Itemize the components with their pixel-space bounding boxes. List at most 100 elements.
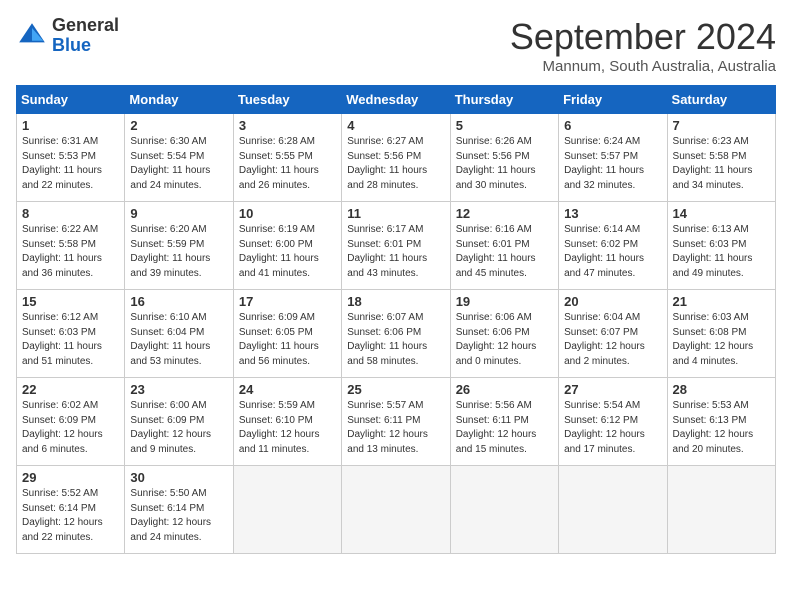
calendar-cell: 30 Sunrise: 5:50 AM Sunset: 6:14 PM Dayli… xyxy=(125,466,233,554)
calendar-cell: 1 Sunrise: 6:31 AM Sunset: 5:53 PM Daylig… xyxy=(17,114,125,202)
calendar-cell: 29Sunrise: 5:52 AM Sunset: 6:14 PM Dayli… xyxy=(17,466,125,554)
calendar-cell: 13 Sunrise: 6:14 AM Sunset: 6:02 PM Dayli… xyxy=(559,202,667,290)
day-info: Sunrise: 6:02 AM Sunset: 6:09 PM Dayligh… xyxy=(22,399,119,457)
title-block: September 2024 Mannum, South Australia, … xyxy=(510,16,776,75)
day-number: 6 xyxy=(564,118,661,133)
day-info: Sunrise: 6:14 AM Sunset: 6:02 PM Dayligh… xyxy=(564,223,661,281)
day-number: 16 xyxy=(130,294,227,309)
day-info: Sunrise: 6:26 AM Sunset: 5:56 PM Dayligh… xyxy=(456,135,553,193)
day-info: Sunrise: 6:09 AM Sunset: 6:05 PM Dayligh… xyxy=(239,311,336,369)
calendar-cell: 4 Sunrise: 6:27 AM Sunset: 5:56 PM Daylig… xyxy=(342,114,450,202)
page-header: General Blue September 2024 Mannum, Sout… xyxy=(16,16,776,75)
calendar-cell: 18 Sunrise: 6:07 AM Sunset: 6:06 PM Dayli… xyxy=(342,290,450,378)
day-info: Sunrise: 6:19 AM Sunset: 6:00 PM Dayligh… xyxy=(239,223,336,281)
day-info: Sunrise: 6:12 AM Sunset: 6:03 PM Dayligh… xyxy=(22,311,119,369)
day-info: Sunrise: 5:59 AM Sunset: 6:10 PM Dayligh… xyxy=(239,399,336,457)
day-info: Sunrise: 6:27 AM Sunset: 5:56 PM Dayligh… xyxy=(347,135,444,193)
month-title: September 2024 xyxy=(510,16,776,58)
day-number: 26 xyxy=(456,382,553,397)
logo: General Blue xyxy=(16,16,119,56)
calendar-cell: 7Sunrise: 6:23 AM Sunset: 5:58 PM Daylig… xyxy=(667,114,775,202)
day-info: Sunrise: 6:07 AM Sunset: 6:06 PM Dayligh… xyxy=(347,311,444,369)
day-number: 17 xyxy=(239,294,336,309)
day-number: 2 xyxy=(130,118,227,133)
day-info: Sunrise: 6:17 AM Sunset: 6:01 PM Dayligh… xyxy=(347,223,444,281)
day-number: 21 xyxy=(673,294,770,309)
calendar-cell: 27Sunrise: 5:54 AM Sunset: 6:12 PM Dayli… xyxy=(559,378,667,466)
day-number: 8 xyxy=(22,206,119,221)
week-row-3: 15 Sunrise: 6:12 AM Sunset: 6:03 PM Dayli… xyxy=(17,290,776,378)
calendar-cell: 22 Sunrise: 6:02 AM Sunset: 6:09 PM Dayli… xyxy=(17,378,125,466)
day-number: 30 xyxy=(130,470,227,485)
calendar-cell xyxy=(342,466,450,554)
logo-text: General Blue xyxy=(52,16,119,56)
day-number: 4 xyxy=(347,118,444,133)
day-info: Sunrise: 6:28 AM Sunset: 5:55 PM Dayligh… xyxy=(239,135,336,193)
day-info: Sunrise: 6:31 AM Sunset: 5:53 PM Dayligh… xyxy=(22,135,119,193)
logo-general-text: General xyxy=(52,16,119,36)
day-number: 22 xyxy=(22,382,119,397)
day-info: Sunrise: 6:04 AM Sunset: 6:07 PM Dayligh… xyxy=(564,311,661,369)
day-number: 20 xyxy=(564,294,661,309)
calendar-cell: 2 Sunrise: 6:30 AM Sunset: 5:54 PM Daylig… xyxy=(125,114,233,202)
calendar-cell: 17 Sunrise: 6:09 AM Sunset: 6:05 PM Dayli… xyxy=(233,290,341,378)
day-number: 7 xyxy=(673,118,770,133)
calendar-cell: 19 Sunrise: 6:06 AM Sunset: 6:06 PM Dayli… xyxy=(450,290,558,378)
day-info: Sunrise: 6:24 AM Sunset: 5:57 PM Dayligh… xyxy=(564,135,661,193)
day-info: Sunrise: 6:06 AM Sunset: 6:06 PM Dayligh… xyxy=(456,311,553,369)
day-number: 18 xyxy=(347,294,444,309)
day-number: 10 xyxy=(239,206,336,221)
calendar-cell: 15 Sunrise: 6:12 AM Sunset: 6:03 PM Dayli… xyxy=(17,290,125,378)
day-number: 14 xyxy=(673,206,770,221)
weekday-header-sunday: Sunday xyxy=(17,86,125,114)
calendar-cell: 11Sunrise: 6:17 AM Sunset: 6:01 PM Dayli… xyxy=(342,202,450,290)
calendar-cell: 16 Sunrise: 6:10 AM Sunset: 6:04 PM Dayli… xyxy=(125,290,233,378)
week-row-1: 1 Sunrise: 6:31 AM Sunset: 5:53 PM Daylig… xyxy=(17,114,776,202)
day-info: Sunrise: 6:20 AM Sunset: 5:59 PM Dayligh… xyxy=(130,223,227,281)
day-number: 19 xyxy=(456,294,553,309)
day-info: Sunrise: 6:00 AM Sunset: 6:09 PM Dayligh… xyxy=(130,399,227,457)
day-info: Sunrise: 6:22 AM Sunset: 5:58 PM Dayligh… xyxy=(22,223,119,281)
weekday-header-saturday: Saturday xyxy=(667,86,775,114)
calendar-cell: 25Sunrise: 5:57 AM Sunset: 6:11 PM Dayli… xyxy=(342,378,450,466)
calendar-cell xyxy=(450,466,558,554)
day-number: 13 xyxy=(564,206,661,221)
day-number: 3 xyxy=(239,118,336,133)
day-number: 9 xyxy=(130,206,227,221)
day-info: Sunrise: 6:03 AM Sunset: 6:08 PM Dayligh… xyxy=(673,311,770,369)
calendar-cell: 3 Sunrise: 6:28 AM Sunset: 5:55 PM Daylig… xyxy=(233,114,341,202)
calendar-table: SundayMondayTuesdayWednesdayThursdayFrid… xyxy=(16,85,776,554)
day-number: 1 xyxy=(22,118,119,133)
day-info: Sunrise: 5:52 AM Sunset: 6:14 PM Dayligh… xyxy=(22,487,119,545)
week-row-2: 8 Sunrise: 6:22 AM Sunset: 5:58 PM Daylig… xyxy=(17,202,776,290)
calendar-cell: 28 Sunrise: 5:53 AM Sunset: 6:13 PM Dayli… xyxy=(667,378,775,466)
calendar-header: SundayMondayTuesdayWednesdayThursdayFrid… xyxy=(17,86,776,114)
calendar-cell xyxy=(667,466,775,554)
day-info: Sunrise: 6:10 AM Sunset: 6:04 PM Dayligh… xyxy=(130,311,227,369)
day-number: 28 xyxy=(673,382,770,397)
day-info: Sunrise: 6:16 AM Sunset: 6:01 PM Dayligh… xyxy=(456,223,553,281)
day-number: 5 xyxy=(456,118,553,133)
day-info: Sunrise: 5:50 AM Sunset: 6:14 PM Dayligh… xyxy=(130,487,227,545)
day-info: Sunrise: 6:13 AM Sunset: 6:03 PM Dayligh… xyxy=(673,223,770,281)
day-info: Sunrise: 6:30 AM Sunset: 5:54 PM Dayligh… xyxy=(130,135,227,193)
day-number: 23 xyxy=(130,382,227,397)
day-number: 25 xyxy=(347,382,444,397)
calendar-cell: 9 Sunrise: 6:20 AM Sunset: 5:59 PM Daylig… xyxy=(125,202,233,290)
weekday-header-thursday: Thursday xyxy=(450,86,558,114)
calendar-cell: 5 Sunrise: 6:26 AM Sunset: 5:56 PM Daylig… xyxy=(450,114,558,202)
day-number: 27 xyxy=(564,382,661,397)
day-info: Sunrise: 5:56 AM Sunset: 6:11 PM Dayligh… xyxy=(456,399,553,457)
calendar-cell: 24Sunrise: 5:59 AM Sunset: 6:10 PM Dayli… xyxy=(233,378,341,466)
calendar-cell: 14 Sunrise: 6:13 AM Sunset: 6:03 PM Dayli… xyxy=(667,202,775,290)
weekday-header-wednesday: Wednesday xyxy=(342,86,450,114)
weekday-header-monday: Monday xyxy=(125,86,233,114)
calendar-cell: 20 Sunrise: 6:04 AM Sunset: 6:07 PM Dayli… xyxy=(559,290,667,378)
calendar-cell: 10 Sunrise: 6:19 AM Sunset: 6:00 PM Dayli… xyxy=(233,202,341,290)
weekday-header-tuesday: Tuesday xyxy=(233,86,341,114)
calendar-cell xyxy=(559,466,667,554)
day-info: Sunrise: 5:53 AM Sunset: 6:13 PM Dayligh… xyxy=(673,399,770,457)
day-number: 12 xyxy=(456,206,553,221)
week-row-4: 22 Sunrise: 6:02 AM Sunset: 6:09 PM Dayli… xyxy=(17,378,776,466)
day-number: 15 xyxy=(22,294,119,309)
